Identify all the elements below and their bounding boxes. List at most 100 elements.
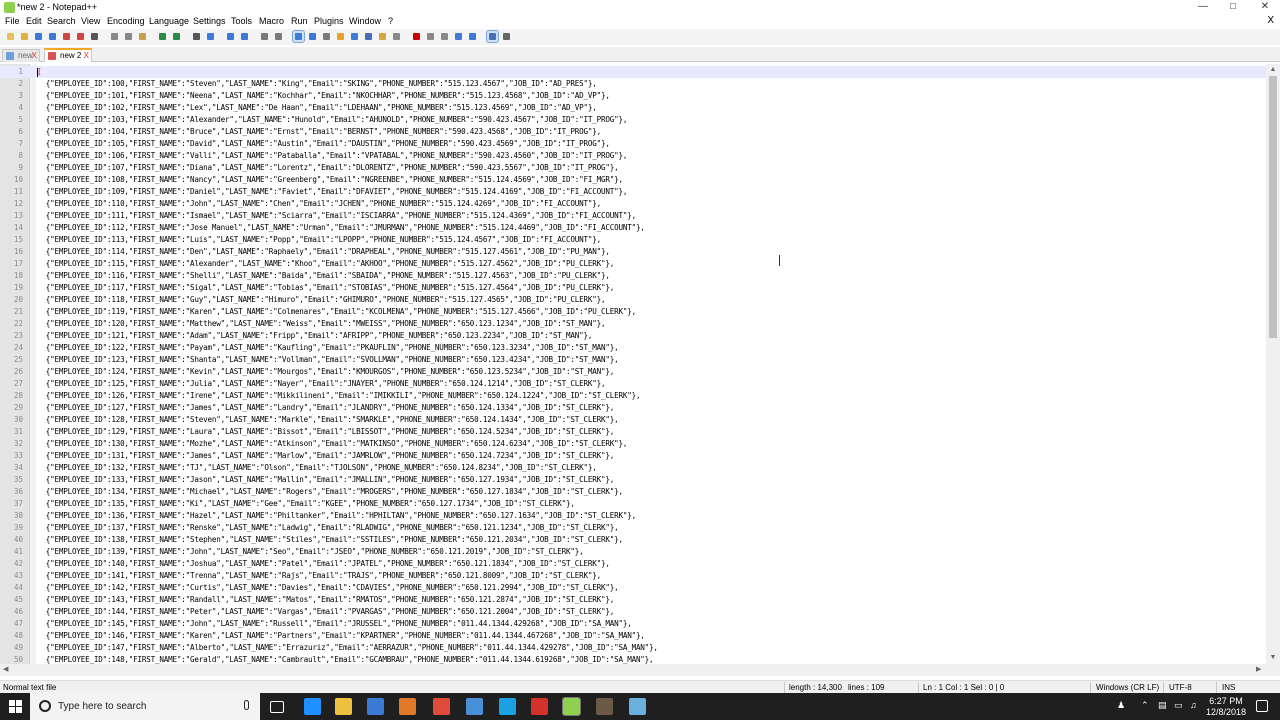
zoom-out-icon[interactable] — [239, 31, 250, 42]
spell-option-icon[interactable] — [501, 31, 512, 42]
editor-line[interactable]: 7 {"EMPLOYEE_ID":105,"FIRST_NAME":"David… — [0, 138, 1266, 150]
editor-line[interactable]: 44 {"EMPLOYEE_ID":142,"FIRST_NAME":"Curt… — [0, 582, 1266, 594]
editor-line[interactable]: 45 {"EMPLOYEE_ID":143,"FIRST_NAME":"Rand… — [0, 594, 1266, 606]
close-document-x[interactable]: X — [1267, 15, 1274, 26]
undo-icon[interactable] — [157, 31, 168, 42]
save-all-icon[interactable] — [47, 31, 58, 42]
run-multiple-icon[interactable] — [453, 31, 464, 42]
copy-icon[interactable] — [123, 31, 134, 42]
editor-line[interactable]: 16 {"EMPLOYEE_ID":114,"FIRST_NAME":"Den"… — [0, 246, 1266, 258]
redo-icon[interactable] — [171, 31, 182, 42]
vertical-scrollbar[interactable]: ▲ ▼ — [1266, 64, 1280, 664]
menu-window[interactable]: Window — [349, 16, 381, 26]
editor-line[interactable]: 18 {"EMPLOYEE_ID":116,"FIRST_NAME":"Shel… — [0, 270, 1266, 282]
scroll-left-icon[interactable]: ◀ — [3, 665, 8, 673]
sync-v-icon[interactable] — [259, 31, 270, 42]
lang-icon[interactable] — [335, 31, 346, 42]
scroll-right-icon[interactable]: ▶ — [1256, 665, 1261, 673]
editor-line[interactable]: 14 {"EMPLOYEE_ID":112,"FIRST_NAME":"Jose… — [0, 222, 1266, 234]
editor-line[interactable]: 15 {"EMPLOYEE_ID":113,"FIRST_NAME":"Luis… — [0, 234, 1266, 246]
func-list-icon[interactable] — [363, 31, 374, 42]
editor-line[interactable]: 32 {"EMPLOYEE_ID":130,"FIRST_NAME":"Mozh… — [0, 438, 1266, 450]
minimize-button[interactable]: — — [1188, 0, 1218, 15]
taskbar-search-box[interactable]: Type here to search — [30, 693, 260, 720]
editor-line[interactable]: 49 {"EMPLOYEE_ID":147,"FIRST_NAME":"Albe… — [0, 642, 1266, 654]
editor-line[interactable]: 43 {"EMPLOYEE_ID":141,"FIRST_NAME":"Tren… — [0, 570, 1266, 582]
tab-new-1[interactable]: new 1 X — [2, 49, 40, 72]
editor-line[interactable]: 38 {"EMPLOYEE_ID":136,"FIRST_NAME":"Haze… — [0, 510, 1266, 522]
editor-line[interactable]: 1[ — [0, 66, 1266, 78]
menu-file[interactable]: File — [5, 16, 20, 26]
editor-line[interactable]: 37 {"EMPLOYEE_ID":135,"FIRST_NAME":"Ki",… — [0, 498, 1266, 510]
folder-workspace-icon[interactable] — [377, 31, 388, 42]
editor-line[interactable]: 35 {"EMPLOYEE_ID":133,"FIRST_NAME":"Jaso… — [0, 474, 1266, 486]
close-button[interactable]: ✕ — [1250, 0, 1280, 15]
editor-line[interactable]: 20 {"EMPLOYEE_ID":118,"FIRST_NAME":"Guy"… — [0, 294, 1266, 306]
editor-line[interactable]: 48 {"EMPLOYEE_ID":146,"FIRST_NAME":"Kare… — [0, 630, 1266, 642]
menu-run[interactable]: Run — [291, 16, 308, 26]
menu-view[interactable]: View — [81, 16, 100, 26]
all-chars-icon[interactable] — [307, 31, 318, 42]
close-all-icon[interactable] — [75, 31, 86, 42]
scroll-down-icon[interactable]: ▼ — [1268, 653, 1278, 663]
task-view-icon[interactable] — [270, 701, 284, 713]
close-icon[interactable] — [61, 31, 72, 42]
editor-line[interactable]: 50 {"EMPLOYEE_ID":148,"FIRST_NAME":"Gera… — [0, 654, 1266, 664]
editor-line[interactable]: 11 {"EMPLOYEE_ID":109,"FIRST_NAME":"Dani… — [0, 186, 1266, 198]
menu-plugins[interactable]: Plugins — [314, 16, 344, 26]
action-center-icon[interactable] — [1256, 700, 1268, 712]
skype-icon[interactable] — [499, 698, 516, 715]
tray-overflow-icon[interactable]: ⌃ — [1141, 700, 1149, 711]
microphone-icon[interactable] — [244, 700, 249, 710]
editor-line[interactable]: 30 {"EMPLOYEE_ID":128,"FIRST_NAME":"Stev… — [0, 414, 1266, 426]
cut-icon[interactable] — [109, 31, 120, 42]
sync-h-icon[interactable] — [273, 31, 284, 42]
start-button[interactable] — [0, 693, 30, 720]
editor-line[interactable]: 28 {"EMPLOYEE_ID":126,"FIRST_NAME":"Iren… — [0, 390, 1266, 402]
open-file-icon[interactable] — [19, 31, 30, 42]
editor-line[interactable]: 19 {"EMPLOYEE_ID":117,"FIRST_NAME":"Siga… — [0, 282, 1266, 294]
tab-close-icon[interactable]: X — [32, 50, 37, 62]
scrollbar-thumb[interactable] — [1269, 76, 1277, 338]
editor-line[interactable]: 33 {"EMPLOYEE_ID":131,"FIRST_NAME":"Jame… — [0, 450, 1266, 462]
notepad-icon[interactable] — [629, 698, 646, 715]
taskbar-clock[interactable]: 6:27 PM 12/8/2018 — [1206, 696, 1246, 718]
editor-line[interactable]: 3 {"EMPLOYEE_ID":101,"FIRST_NAME":"Neena… — [0, 90, 1266, 102]
editor-line[interactable]: 21 {"EMPLOYEE_ID":119,"FIRST_NAME":"Kare… — [0, 306, 1266, 318]
editor-line[interactable]: 46 {"EMPLOYEE_ID":144,"FIRST_NAME":"Pete… — [0, 606, 1266, 618]
editor-line[interactable]: 5 {"EMPLOYEE_ID":103,"FIRST_NAME":"Alexa… — [0, 114, 1266, 126]
editor-line[interactable]: 42 {"EMPLOYEE_ID":140,"FIRST_NAME":"Josh… — [0, 558, 1266, 570]
people-icon[interactable]: ♟ — [1117, 700, 1125, 711]
menu-search[interactable]: Search — [47, 16, 76, 26]
indent-guide-icon[interactable] — [321, 31, 332, 42]
store-icon[interactable] — [367, 698, 384, 715]
edge-icon[interactable] — [304, 698, 321, 715]
notepadpp-icon[interactable] — [562, 697, 581, 716]
media-player-icon[interactable] — [399, 698, 416, 715]
scroll-up-icon[interactable]: ▲ — [1268, 65, 1278, 75]
chrome-icon[interactable] — [433, 698, 450, 715]
menu-help[interactable]: ? — [388, 16, 393, 26]
text-editor[interactable]: 1[2 {"EMPLOYEE_ID":100,"FIRST_NAME":"Ste… — [0, 64, 1266, 664]
editor-line[interactable]: 6 {"EMPLOYEE_ID":104,"FIRST_NAME":"Bruce… — [0, 126, 1266, 138]
stop-record-icon[interactable] — [425, 31, 436, 42]
editor-line[interactable]: 25 {"EMPLOYEE_ID":123,"FIRST_NAME":"Shan… — [0, 354, 1266, 366]
paste-icon[interactable] — [137, 31, 148, 42]
print-icon[interactable] — [89, 31, 100, 42]
maximize-button[interactable]: □ — [1218, 0, 1248, 15]
editor-line[interactable]: 47 {"EMPLOYEE_ID":145,"FIRST_NAME":"John… — [0, 618, 1266, 630]
horizontal-scrollbar[interactable]: ◀ ▶ — [0, 664, 1280, 676]
save-icon[interactable] — [33, 31, 44, 42]
editor-line[interactable]: 10 {"EMPLOYEE_ID":108,"FIRST_NAME":"Nanc… — [0, 174, 1266, 186]
editor-line[interactable]: 13 {"EMPLOYEE_ID":111,"FIRST_NAME":"Isma… — [0, 210, 1266, 222]
editor-line[interactable]: 34 {"EMPLOYEE_ID":132,"FIRST_NAME":"TJ",… — [0, 462, 1266, 474]
acrobat-icon[interactable] — [531, 698, 548, 715]
monitor-icon[interactable] — [391, 31, 402, 42]
zoom-in-icon[interactable] — [225, 31, 236, 42]
tab-new-2[interactable]: new 2 X — [44, 48, 92, 62]
editor-line[interactable]: 4 {"EMPLOYEE_ID":102,"FIRST_NAME":"Lex",… — [0, 102, 1266, 114]
save-macro-icon[interactable] — [467, 31, 478, 42]
network-icon[interactable]: ▤ — [1158, 700, 1167, 711]
menu-tools[interactable]: Tools — [231, 16, 252, 26]
editor-line[interactable]: 27 {"EMPLOYEE_ID":125,"FIRST_NAME":"Juli… — [0, 378, 1266, 390]
